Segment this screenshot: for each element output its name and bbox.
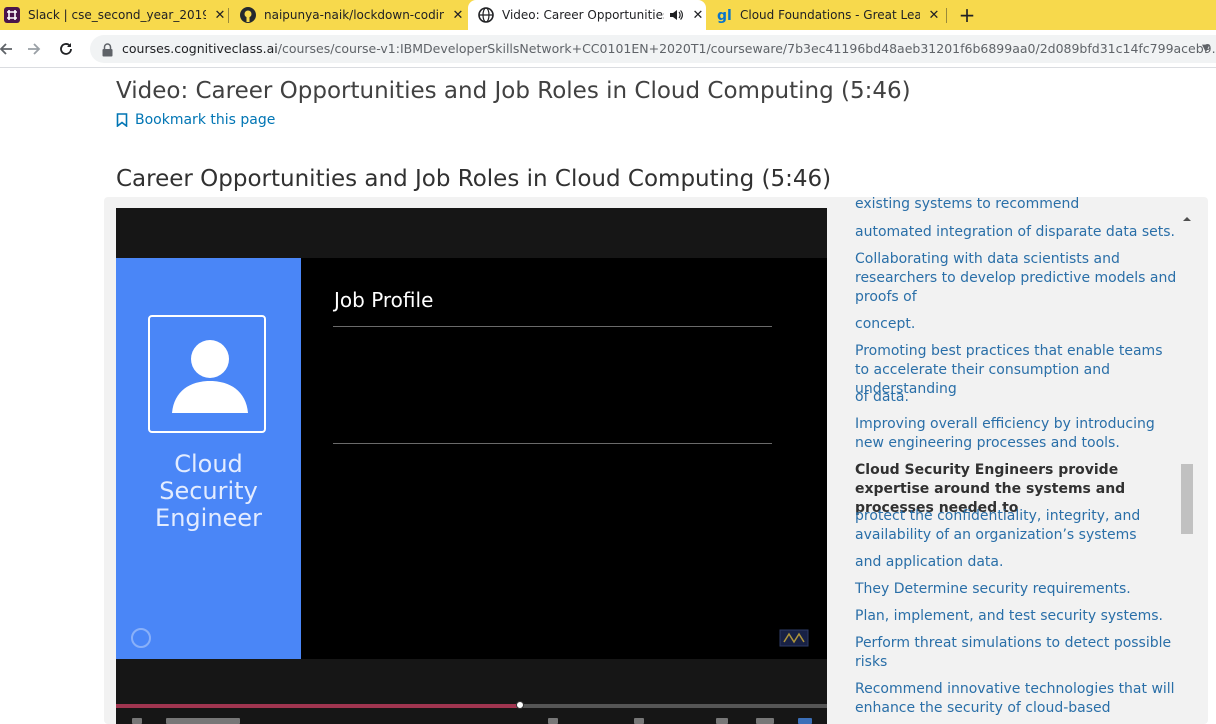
url-host: courses.cognitiveclass.ai [122, 41, 278, 56]
transcript-line[interactable]: Perform threat simulations to detect pos… [855, 634, 1180, 672]
tab-title: naipunya-naik/lockdown-coding [264, 8, 444, 22]
tab-separator [228, 8, 229, 23]
close-icon[interactable]: ✕ [926, 8, 942, 23]
transcript-line[interactable]: Recommend innovative technologies that w… [855, 680, 1180, 718]
play-icon[interactable] [132, 718, 142, 724]
video-frame: Cloud Security Engineer Job Profile [116, 258, 827, 659]
tab-video-career-opportunities[interactable]: Video: Career Opportunities ✕ [468, 0, 706, 30]
bookmark-label: Bookmark this page [135, 112, 276, 128]
url-path: /courses/course-v1:IBMDeveloperSkillsNet… [277, 41, 1216, 56]
close-icon[interactable]: ✕ [690, 8, 706, 23]
speed-icon[interactable] [634, 718, 644, 724]
slide-heading: Job Profile [334, 288, 434, 312]
time-display [166, 718, 240, 724]
person-icon [148, 315, 266, 433]
slack-icon [4, 7, 20, 23]
transcript-line[interactable]: concept. [855, 315, 1180, 334]
close-icon[interactable]: ✕ [212, 8, 228, 23]
transcript-line[interactable]: protect the confidentiality, integrity, … [855, 507, 1180, 545]
fullscreen-icon[interactable] [756, 718, 774, 724]
tab-title: Cloud Foundations - Great Learn [740, 8, 920, 22]
transcript-line[interactable]: of data. [855, 388, 1180, 407]
scroll-up-icon[interactable] [1181, 210, 1193, 222]
volume-icon[interactable] [798, 718, 812, 724]
watermark-icon [779, 629, 809, 647]
page-title: Video: Career Opportunities and Job Role… [116, 78, 911, 104]
transcript-line[interactable]: automated integration of disparate data … [855, 223, 1180, 242]
tab-strip: Slack | cse_second_year_2019_20 ✕ naipun… [0, 0, 1216, 30]
divider [333, 326, 772, 327]
ibm-logo-icon [130, 627, 152, 649]
video-heading: Career Opportunities and Job Roles in Cl… [116, 166, 832, 192]
tab-great-learning[interactable]: gl Cloud Foundations - Great Learn ✕ [716, 0, 942, 30]
role-panel: Cloud Security Engineer [116, 258, 301, 659]
video-player[interactable]: Cloud Security Engineer Job Profile [116, 208, 827, 724]
player-controls [116, 710, 827, 724]
bookmark-icon [116, 113, 128, 127]
transcript-line[interactable]: They Determine security requirements. [855, 580, 1180, 599]
tab-title: Video: Career Opportunities [502, 8, 664, 22]
transcript-line[interactable]: Plan, implement, and test security syste… [855, 607, 1180, 626]
transcript-line[interactable]: existing systems to recommend [855, 197, 1180, 214]
video-progress-bar[interactable] [116, 701, 827, 709]
forward-icon[interactable] [24, 37, 44, 61]
great-learning-icon: gl [716, 7, 732, 23]
role-line: Cloud [174, 450, 243, 478]
progress-handle[interactable] [515, 701, 524, 709]
globe-icon [478, 7, 494, 23]
role-line: Security [159, 477, 258, 505]
lock-icon[interactable] [102, 42, 113, 61]
reload-icon[interactable] [56, 37, 76, 61]
role-title: Cloud Security Engineer [116, 451, 301, 532]
new-tab-button[interactable]: + [956, 3, 978, 27]
speaker-icon[interactable] [668, 7, 684, 23]
back-icon[interactable] [0, 37, 16, 61]
tab-separator [946, 8, 947, 23]
svg-text:gl: gl [717, 8, 732, 23]
transcript-icon[interactable] [716, 718, 728, 724]
captions-icon[interactable] [548, 718, 558, 724]
transcript-line[interactable]: Improving overall efficiency by introduc… [855, 415, 1180, 453]
chevron-down-icon[interactable]: ▼ [1202, 35, 1210, 63]
address-bar: courses.cognitiveclass.ai/courses/course… [0, 30, 1216, 68]
github-icon [240, 7, 256, 23]
transcript-panel[interactable]: existing systems to recommend automated … [827, 197, 1180, 724]
transcript-scrollbar[interactable] [1180, 208, 1194, 724]
transcript-line[interactable]: and application data. [855, 553, 1180, 572]
url-field[interactable]: courses.cognitiveclass.ai/courses/course… [90, 35, 1216, 63]
divider [333, 443, 772, 444]
tab-title: Slack | cse_second_year_2019_20 [28, 8, 206, 22]
transcript-line[interactable]: Collaborating with data scientists and r… [855, 250, 1180, 307]
role-line: Engineer [155, 504, 262, 532]
url-text: courses.cognitiveclass.ai/courses/course… [122, 35, 1216, 63]
bookmark-link[interactable]: Bookmark this page [116, 112, 275, 128]
tab-github[interactable]: naipunya-naik/lockdown-coding ✕ [240, 0, 466, 30]
tab-slack[interactable]: Slack | cse_second_year_2019_20 ✕ [2, 0, 228, 30]
progress-fill [116, 704, 520, 708]
scrollbar-thumb[interactable] [1181, 464, 1193, 534]
close-icon[interactable]: ✕ [450, 8, 466, 23]
